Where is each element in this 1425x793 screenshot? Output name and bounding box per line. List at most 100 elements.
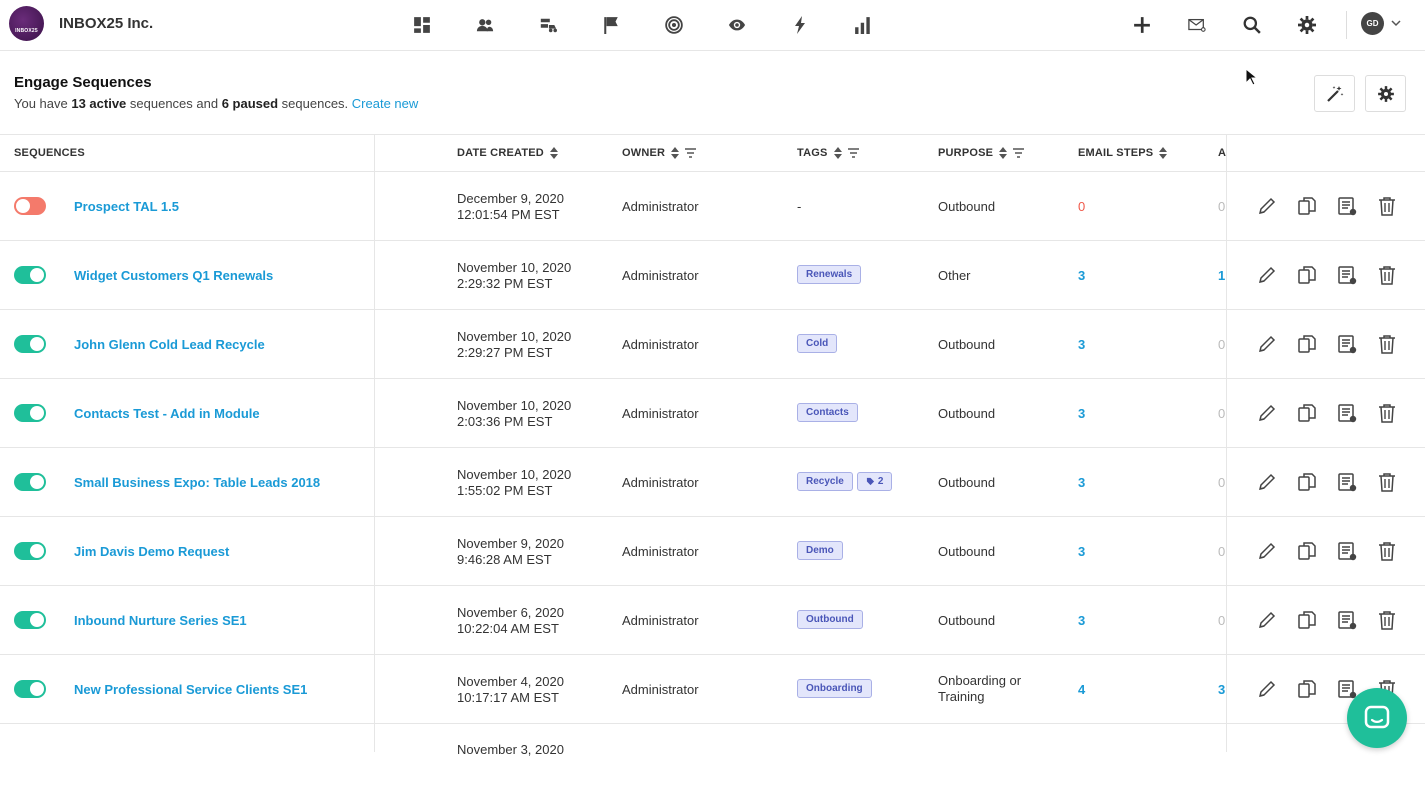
tag-badge[interactable]: Recycle <box>797 472 853 491</box>
edit-icon[interactable] <box>1255 539 1279 563</box>
filter-icon[interactable] <box>847 148 859 158</box>
tag-badge[interactable]: Outbound <box>797 610 863 629</box>
col-purpose[interactable]: PURPOSE <box>938 147 1025 159</box>
bar-chart-icon[interactable] <box>851 13 875 37</box>
sequence-active-toggle[interactable] <box>14 611 46 629</box>
trash-icon[interactable] <box>1375 401 1399 425</box>
chevron-down-icon[interactable] <box>1390 17 1402 29</box>
sort-icon[interactable] <box>1159 147 1168 159</box>
email-steps[interactable]: 3 <box>1078 475 1085 490</box>
trash-icon[interactable] <box>1375 608 1399 632</box>
magic-wand-button[interactable] <box>1314 75 1355 112</box>
company-logo[interactable]: INBOX25 <box>9 6 44 41</box>
edit-icon[interactable] <box>1255 677 1279 701</box>
duplicate-icon[interactable] <box>1295 263 1319 287</box>
edit-icon[interactable] <box>1255 401 1279 425</box>
col-email-steps[interactable]: EMAIL STEPS <box>1078 147 1168 159</box>
email-steps[interactable]: 3 <box>1078 613 1085 628</box>
sequence-name-link[interactable]: Prospect TAL 1.5 <box>74 199 179 214</box>
purpose: Outbound <box>938 406 996 421</box>
report-icon[interactable] <box>1335 194 1359 218</box>
mail-icon[interactable] <box>1185 13 1209 37</box>
trash-icon[interactable] <box>1375 470 1399 494</box>
settings-button[interactable] <box>1365 75 1406 112</box>
more-tags-badge[interactable]: 2 <box>856 472 893 491</box>
trash-icon[interactable] <box>1375 194 1399 218</box>
sequence-name-link[interactable]: Small Business Expo: Table Leads 2018 <box>74 475 320 490</box>
table-row: John Glenn Cold Lead Recycle November 10… <box>0 310 1425 379</box>
report-icon[interactable] <box>1335 608 1359 632</box>
tag-badge[interactable]: Contacts <box>797 403 858 422</box>
sort-icon[interactable] <box>999 147 1008 159</box>
owner: Administrator <box>622 475 699 490</box>
report-icon[interactable] <box>1335 470 1359 494</box>
email-steps[interactable]: 3 <box>1078 268 1085 283</box>
tag-badge[interactable]: Onboarding <box>797 679 872 698</box>
report-icon[interactable] <box>1335 263 1359 287</box>
col-date-created[interactable]: DATE CREATED <box>457 147 558 159</box>
trash-icon[interactable] <box>1375 332 1399 356</box>
tag-badge[interactable]: Renewals <box>797 265 862 284</box>
report-icon[interactable] <box>1335 332 1359 356</box>
clipped-column-value: 1 <box>1218 268 1226 283</box>
edit-icon[interactable] <box>1255 470 1279 494</box>
filter-icon[interactable] <box>685 148 697 158</box>
trash-icon[interactable] <box>1375 263 1399 287</box>
filter-icon[interactable] <box>1013 148 1025 158</box>
sequence-active-toggle[interactable] <box>14 542 46 560</box>
duplicate-icon[interactable] <box>1295 677 1319 701</box>
sequence-active-toggle[interactable] <box>14 473 46 491</box>
dashboard-icon[interactable] <box>410 13 434 37</box>
gear-icon[interactable] <box>1295 13 1319 37</box>
report-icon[interactable] <box>1335 539 1359 563</box>
sequence-name-link[interactable]: Widget Customers Q1 Renewals <box>74 268 273 283</box>
chat-launcher-button[interactable] <box>1347 688 1407 748</box>
search-icon[interactable] <box>1240 13 1264 37</box>
contacts-icon[interactable] <box>473 13 497 37</box>
col-owner[interactable]: OWNER <box>622 147 697 159</box>
sequence-name-link[interactable]: Jim Davis Demo Request <box>74 544 229 559</box>
sort-icon[interactable] <box>549 147 558 159</box>
sequence-name-link[interactable]: New Professional Service Clients SE1 <box>74 682 307 697</box>
report-icon[interactable] <box>1335 401 1359 425</box>
email-steps[interactable]: 4 <box>1078 682 1085 697</box>
pipeline-icon[interactable] <box>536 13 560 37</box>
duplicate-icon[interactable] <box>1295 332 1319 356</box>
edit-icon[interactable] <box>1255 608 1279 632</box>
flag-icon[interactable] <box>599 13 623 37</box>
email-steps[interactable]: 3 <box>1078 337 1085 352</box>
sort-icon[interactable] <box>671 147 680 159</box>
sequence-active-toggle[interactable] <box>14 266 46 284</box>
sequence-name-link[interactable]: Contacts Test - Add in Module <box>74 406 260 421</box>
edit-icon[interactable] <box>1255 332 1279 356</box>
edit-icon[interactable] <box>1255 263 1279 287</box>
purpose: Outbound <box>938 544 996 559</box>
sequence-active-toggle[interactable] <box>14 404 46 422</box>
lightning-icon[interactable] <box>788 13 812 37</box>
sort-icon[interactable] <box>833 147 842 159</box>
duplicate-icon[interactable] <box>1295 401 1319 425</box>
sequence-active-toggle[interactable] <box>14 335 46 353</box>
edit-icon[interactable] <box>1255 194 1279 218</box>
tag-badge[interactable]: Demo <box>797 541 843 560</box>
target-icon[interactable] <box>662 13 686 37</box>
sequence-name-link[interactable]: Inbound Nurture Series SE1 <box>74 613 247 628</box>
email-steps[interactable]: 3 <box>1078 406 1085 421</box>
create-new-link[interactable]: Create new <box>352 96 418 111</box>
tag-badge[interactable]: Cold <box>797 334 838 353</box>
duplicate-icon[interactable] <box>1295 608 1319 632</box>
email-steps: 0 <box>1078 199 1086 214</box>
duplicate-icon[interactable] <box>1295 470 1319 494</box>
eye-icon[interactable] <box>725 13 749 37</box>
trash-icon[interactable] <box>1375 539 1399 563</box>
sequence-active-toggle[interactable] <box>14 197 46 215</box>
duplicate-icon[interactable] <box>1295 194 1319 218</box>
avatar[interactable]: GD <box>1361 12 1384 35</box>
sequence-active-toggle[interactable] <box>14 680 46 698</box>
email-steps[interactable]: 3 <box>1078 544 1085 559</box>
col-tags[interactable]: TAGS <box>797 147 859 159</box>
col-sequences[interactable]: SEQUENCES <box>14 147 85 159</box>
duplicate-icon[interactable] <box>1295 539 1319 563</box>
plus-icon[interactable] <box>1130 13 1154 37</box>
sequence-name-link[interactable]: John Glenn Cold Lead Recycle <box>74 337 265 352</box>
